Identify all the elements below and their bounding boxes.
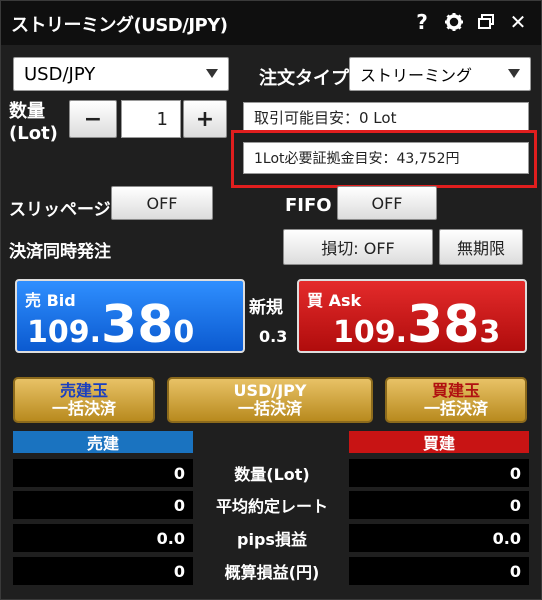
- buy-settle-line1: 買建玉: [431, 381, 480, 400]
- buy-pl-value: 0: [349, 557, 529, 585]
- spread-label: 新規: [249, 298, 283, 318]
- bid-price-button[interactable]: 売 Bid 109.380: [15, 279, 245, 353]
- fifo-label: FIFO: [285, 195, 332, 216]
- ask-price: 109.383: [333, 299, 500, 351]
- pair-settle-line2: 一括決済: [237, 399, 302, 418]
- sell-positions-settle-button[interactable]: 売建玉 一括決済: [13, 377, 155, 423]
- quantity-increment-button[interactable]: +: [183, 100, 227, 138]
- buy-pips-value: 0.0: [349, 524, 529, 552]
- slippage-label: スリッページ: [9, 200, 111, 220]
- bid-price-fraction: 0: [173, 315, 195, 350]
- sell-settle-line2: 一括決済: [51, 399, 116, 418]
- ask-price-button[interactable]: 買 Ask 109.383: [297, 279, 527, 353]
- streaming-window: ストリーミング(USD/JPY) ? ✕ USD/JPY 注文タイプ ストリーミ…: [0, 0, 542, 600]
- currency-pair-value: USD/JPY: [24, 63, 96, 85]
- ask-price-prefix: 109.: [333, 315, 408, 350]
- sell-avg-rate-value: 0: [13, 491, 193, 519]
- currency-pair-select[interactable]: USD/JPY: [13, 57, 229, 91]
- chevron-down-icon: [508, 69, 520, 78]
- buy-positions-settle-button[interactable]: 買建玉 一括決済: [385, 377, 527, 423]
- order-type-label: 注文タイプ: [259, 68, 349, 89]
- buy-column-header: 買建: [349, 431, 529, 453]
- sell-pips-value: 0.0: [13, 524, 193, 552]
- buy-avg-rate-value: 0: [349, 491, 529, 519]
- oco-label: 決済同時発注: [9, 242, 111, 262]
- row-label-pips: pips損益: [237, 530, 307, 549]
- bid-price-pips: 38: [101, 295, 174, 355]
- row-label-avg-rate: 平均約定レート: [215, 497, 328, 516]
- fifo-toggle-button[interactable]: OFF: [337, 186, 437, 220]
- quantity-decrement-button[interactable]: −: [69, 100, 117, 138]
- quantity-label-line1: 数量: [9, 101, 45, 122]
- buy-quantity-value: 0: [349, 459, 529, 487]
- pair-settle-line1: USD/JPY: [233, 381, 307, 400]
- ask-price-pips: 38: [407, 295, 480, 355]
- bid-price-prefix: 109.: [27, 315, 102, 350]
- tradable-lot-info: 取引可能目安：0 Lot: [243, 102, 529, 132]
- pair-positions-settle-button[interactable]: USD/JPY 一括決済: [167, 377, 373, 423]
- spread-value: 0.3: [259, 327, 288, 346]
- stoploss-button[interactable]: 損切: OFF: [283, 229, 433, 265]
- sell-settle-line1: 売建玉: [59, 381, 108, 400]
- row-label-pl: 概算損益(円): [224, 563, 320, 582]
- bid-price: 109.380: [27, 299, 194, 351]
- sell-pl-value: 0: [13, 557, 193, 585]
- help-icon[interactable]: ?: [409, 9, 435, 35]
- gear-icon[interactable]: [441, 9, 467, 35]
- slippage-toggle-button[interactable]: OFF: [111, 186, 213, 220]
- expiry-button[interactable]: 無期限: [439, 229, 523, 265]
- sell-column-header: 売建: [13, 431, 193, 453]
- title-bar[interactable]: ストリーミング(USD/JPY) ? ✕: [1, 1, 541, 45]
- order-type-value: ストリーミング: [360, 66, 473, 85]
- close-icon[interactable]: ✕: [505, 9, 531, 35]
- order-type-select[interactable]: ストリーミング: [349, 57, 531, 91]
- ask-price-fraction: 3: [479, 315, 501, 350]
- quantity-label: 数量 (Lot): [9, 101, 58, 145]
- restore-icon[interactable]: [473, 9, 499, 35]
- quantity-label-line2: (Lot): [9, 123, 58, 144]
- quantity-input[interactable]: 1: [121, 100, 181, 138]
- row-label-quantity: 数量(Lot): [234, 465, 310, 484]
- buy-settle-line2: 一括決済: [423, 399, 488, 418]
- chevron-down-icon: [206, 69, 218, 78]
- sell-quantity-value: 0: [13, 459, 193, 487]
- highlight-box: [231, 130, 537, 188]
- window-title: ストリーミング(USD/JPY): [11, 15, 228, 36]
